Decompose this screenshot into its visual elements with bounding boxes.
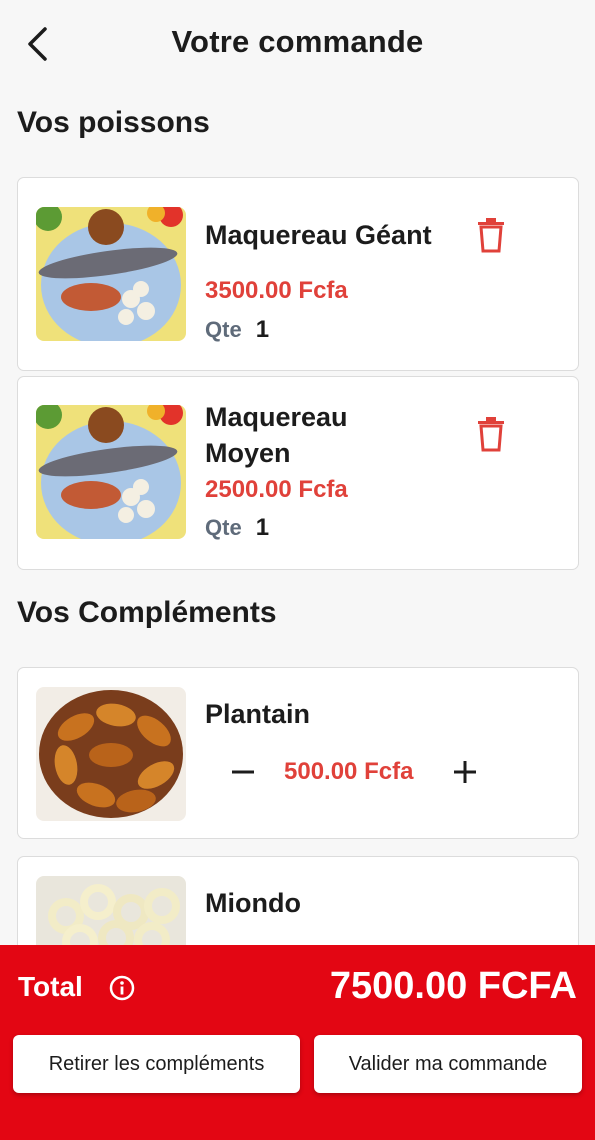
order-summary-bar: Total 7500.00 FCFA Retirer les complémen… (0, 945, 595, 1140)
delete-item-button[interactable] (476, 217, 506, 253)
trash-icon (478, 218, 504, 253)
fish-thumbnail (36, 207, 186, 341)
remove-complements-button[interactable]: Retirer les compléments (13, 1035, 300, 1093)
item-name: Plantain (205, 699, 311, 729)
complements-section-title: Vos Compléments (17, 596, 277, 629)
fish-section-title: Vos poissons (17, 106, 210, 139)
plantain-thumbnail (36, 687, 186, 821)
fish-item-card: Maquereau Moyen 2500.00 Fcfa Qte 1 (17, 376, 579, 570)
minus-icon (232, 770, 254, 774)
item-price: 2500.00 Fcfa (205, 476, 348, 503)
total-info-button[interactable] (108, 974, 136, 1002)
decrease-quantity-button[interactable] (226, 755, 260, 789)
complement-item-card: Plantain 500.00 Fcfa (17, 667, 579, 839)
fish-thumbnail (36, 405, 186, 539)
quantity-value: 1 (255, 514, 270, 541)
item-name: Maquereau Moyen (205, 399, 348, 471)
delete-item-button[interactable] (476, 416, 506, 452)
item-quantity: Qte 1 (205, 514, 269, 542)
item-name: Maquereau Géant (205, 220, 432, 250)
item-price: 3500.00 Fcfa (205, 277, 348, 304)
item-name-line: Moyen (205, 438, 291, 468)
total-label: Total (18, 971, 83, 1002)
quantity-value: 1 (255, 316, 270, 343)
app-header: Votre commande (0, 0, 595, 88)
item-quantity: Qte 1 (205, 316, 269, 344)
info-icon (109, 975, 135, 1001)
total-value: 7500.00 FCFA (329, 965, 577, 1007)
item-price: 500.00 Fcfa (284, 758, 414, 785)
page-title: Votre commande (171, 24, 424, 59)
item-name: Miondo (205, 888, 301, 918)
validate-order-button[interactable]: Valider ma commande (314, 1035, 582, 1093)
increase-quantity-button[interactable] (448, 755, 482, 789)
item-name-line: Maquereau (205, 402, 348, 432)
trash-icon (478, 417, 504, 452)
quantity-label: Qte (205, 317, 242, 342)
quantity-label: Qte (205, 515, 242, 540)
fish-item-card: Maquereau Géant 3500.00 Fcfa Qte 1 (17, 177, 579, 371)
plus-icon (454, 761, 476, 783)
